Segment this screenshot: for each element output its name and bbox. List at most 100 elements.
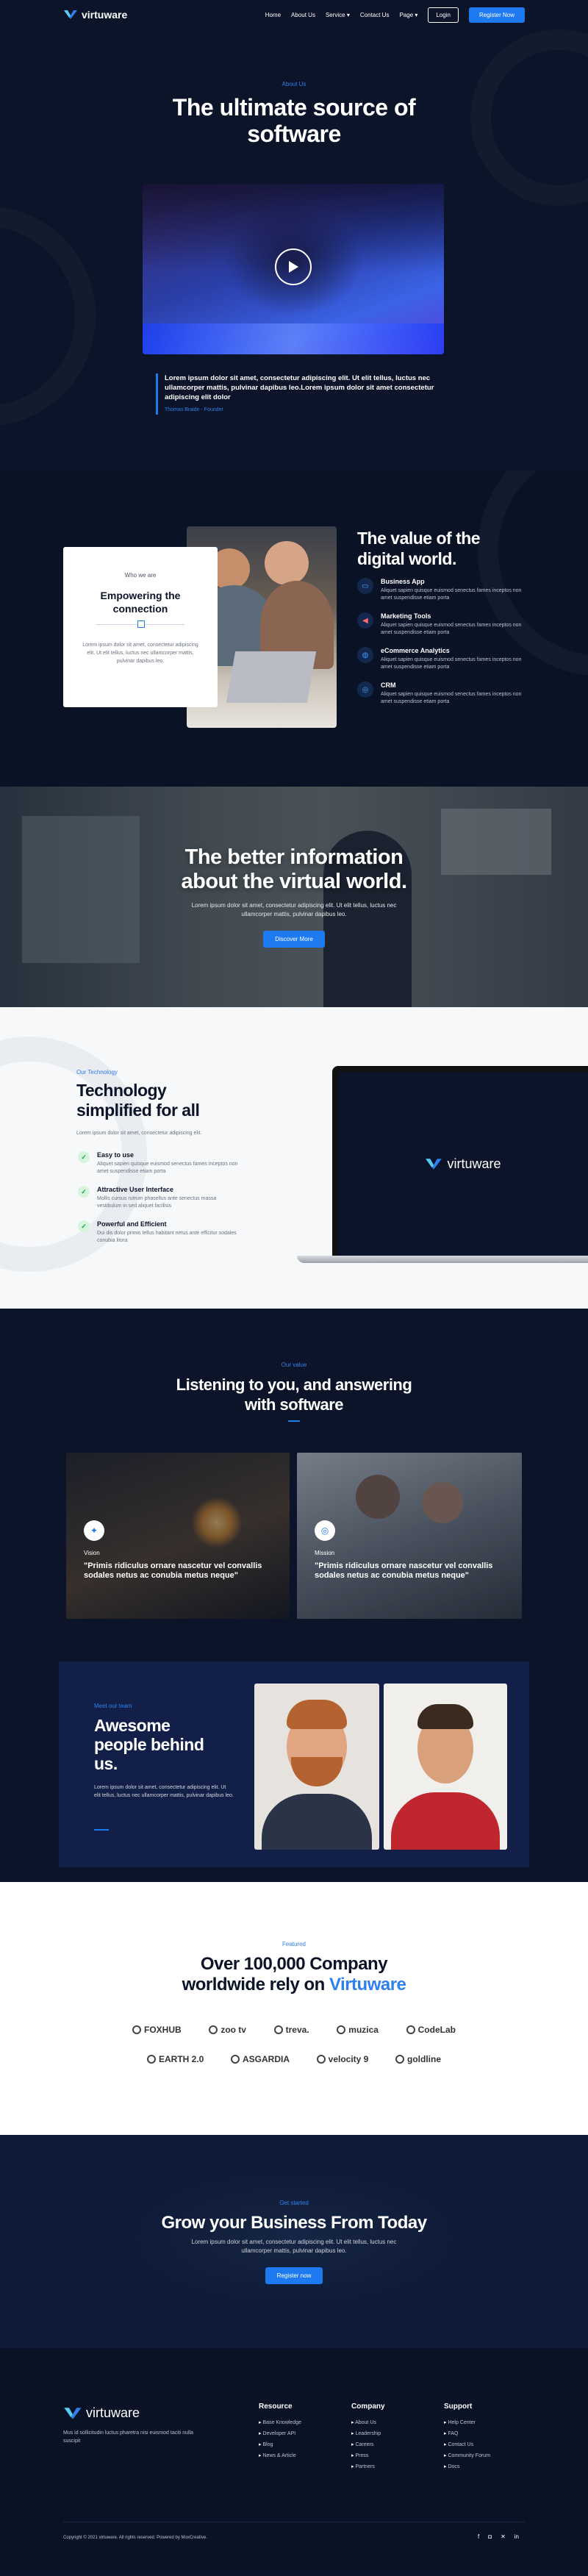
hero-eyebrow: About Us bbox=[282, 81, 306, 87]
cta-section: Get started Grow your Business From Toda… bbox=[0, 2135, 588, 2348]
top-navbar: virtuware Home About Us Service ▾ Contac… bbox=[0, 0, 588, 29]
check-icon: ✓ bbox=[78, 1186, 90, 1198]
register-now-button[interactable]: Register now bbox=[265, 2267, 323, 2284]
footer-logo[interactable]: virtuware bbox=[63, 2405, 140, 2421]
technology-section: Our Technology Technology simplified for… bbox=[0, 1007, 588, 1309]
value-title-line1: The value of the bbox=[357, 529, 481, 548]
cta-text: Lorem ipsum dolor sit amet, consectetur … bbox=[191, 2239, 397, 2254]
value-features: ▭ Business App Aliquet sapien quisque eui… bbox=[357, 578, 526, 716]
clients-section: Featured Over 100,000 Company worldwide … bbox=[0, 1882, 588, 2135]
brand-logo: CodeLab bbox=[406, 2025, 456, 2035]
footer: virtuware Mus id sollicitudin luctus pha… bbox=[0, 2348, 588, 2569]
zootv-icon bbox=[209, 2025, 218, 2034]
tech-title-line1: Technology bbox=[76, 1081, 167, 1100]
copyright: Copyright © 2021 virtuware. All rights r… bbox=[63, 2536, 207, 2540]
nav-service[interactable]: Service ▾ bbox=[326, 12, 350, 18]
foxhub-icon bbox=[132, 2025, 141, 2034]
brand-logo: muzica bbox=[337, 2025, 379, 2035]
login-button[interactable]: Login bbox=[428, 7, 459, 23]
brand-logo: velocity 9 bbox=[316, 2054, 369, 2064]
feature-marketing-tools: ◀ Marketing Tools Aliquet sapien quisque … bbox=[357, 612, 526, 637]
monitor-icon: ▭ bbox=[357, 578, 373, 594]
clients-title-line1: Over 100,000 Company bbox=[200, 1954, 388, 1974]
treva-icon bbox=[273, 2025, 283, 2034]
footer-link[interactable]: Careers bbox=[351, 2441, 385, 2447]
tech-item-title: Powerful and Efficient bbox=[97, 1220, 167, 1228]
team-member-photo bbox=[254, 1684, 379, 1850]
nav-page[interactable]: Page ▾ bbox=[399, 12, 417, 18]
facebook-icon[interactable]: f bbox=[478, 2533, 479, 2540]
lightbulb-icon: ✦ bbox=[84, 1520, 104, 1541]
footer-tagline: Mus id sollicitudin luctus pharetra nisi… bbox=[63, 2430, 194, 2444]
brand-row: FOXHUB zoo tv treva. muzica CodeLab bbox=[132, 2025, 456, 2035]
virtuware-logo-icon bbox=[64, 10, 77, 19]
vision-text: "Primis ridiculus ornare nascetur vel co… bbox=[84, 1561, 262, 1580]
nav-contact[interactable]: Contact Us bbox=[360, 12, 390, 18]
footer-link[interactable]: Press bbox=[351, 2452, 385, 2458]
banner-title-line1: The better information bbox=[184, 845, 404, 869]
codelab-icon bbox=[406, 2025, 415, 2034]
muzica-icon bbox=[337, 2025, 346, 2034]
clients-title-part: worldwide rely on bbox=[182, 1975, 329, 1994]
nav-home[interactable]: Home bbox=[265, 12, 281, 18]
who-we-are-card: Who we are Empowering the connection Lor… bbox=[63, 547, 218, 707]
values-eyebrow: Our value bbox=[281, 1362, 307, 1368]
brand-logo: treva. bbox=[273, 2025, 309, 2035]
footer-link[interactable]: Leadership bbox=[351, 2430, 385, 2436]
footer-link[interactable]: News & Article bbox=[259, 2452, 301, 2458]
footer-link[interactable]: Base Knowledge bbox=[259, 2419, 301, 2425]
twitter-icon[interactable]: ✕ bbox=[501, 2533, 506, 2540]
card-text: Lorem ipsum dolor sit amet, consectetur … bbox=[82, 643, 198, 664]
tech-eyebrow: Our Technology bbox=[76, 1069, 118, 1076]
team-title-line2: people behind bbox=[94, 1735, 204, 1754]
register-button[interactable]: Register Now bbox=[468, 7, 525, 23]
footer-link[interactable]: Contact Us bbox=[444, 2441, 490, 2447]
vision-label: Vision bbox=[84, 1550, 100, 1556]
hero-title-line1: The ultimate source of bbox=[172, 94, 416, 121]
linkedin-icon[interactable]: in bbox=[514, 2533, 519, 2540]
mission-text: "Primis ridiculus ornare nascetur vel co… bbox=[315, 1561, 493, 1580]
brand-logo: goldline bbox=[395, 2054, 441, 2064]
discover-more-button[interactable]: Discover More bbox=[263, 931, 325, 948]
cta-title: Grow your Business From Today bbox=[161, 2213, 427, 2233]
hero-video[interactable] bbox=[143, 184, 444, 354]
feature-crm: ◎ CRM Aliquet sapien quisque euismod sene… bbox=[357, 681, 526, 706]
footer-link[interactable]: About Us bbox=[351, 2419, 385, 2425]
team-section-wrap: Meet our team Awesome people behind us. … bbox=[0, 1661, 588, 1882]
values-title-line1: Listening to you, and answering bbox=[176, 1375, 412, 1394]
brand-name: zoo tv bbox=[220, 2025, 246, 2035]
hero-quote: Lorem ipsum dolor sit amet, consectetur … bbox=[165, 374, 434, 401]
card-title: Empowering the connection bbox=[100, 590, 181, 615]
footer-link[interactable]: Developer API bbox=[259, 2430, 301, 2436]
values-title: Listening to you, and answering with sof… bbox=[0, 1375, 588, 1414]
brand-name: ASGARDIA bbox=[243, 2054, 290, 2064]
instagram-icon[interactable]: ◘ bbox=[488, 2533, 492, 2540]
target-icon: ◎ bbox=[315, 1520, 335, 1541]
clients-title: Over 100,000 Company worldwide rely on V… bbox=[0, 1954, 588, 1995]
tech-intro: Lorem ipsum dolor sit amet, consectetur … bbox=[76, 1131, 202, 1136]
banner-text: Lorem ipsum dolor sit amet, consectetur … bbox=[191, 902, 397, 917]
feature-title: CRM bbox=[381, 681, 396, 689]
virtuware-logo-icon bbox=[64, 2407, 82, 2419]
feature-text: Aliquet sapien quisque euismod senectus … bbox=[381, 692, 522, 704]
footer-link[interactable]: FAQ bbox=[444, 2430, 490, 2436]
footer-link[interactable]: Blog bbox=[259, 2441, 301, 2447]
tech-item-text: Mollis cursus rutrum phasellus ante sene… bbox=[97, 1196, 217, 1209]
brand-name: velocity 9 bbox=[328, 2054, 369, 2064]
laptop-mockup: virtuware bbox=[332, 1066, 588, 1256]
logo-text: virtuware bbox=[82, 9, 128, 21]
target-icon: ◎ bbox=[357, 681, 373, 698]
footer-link[interactable]: Partners bbox=[351, 2464, 385, 2469]
footer-link[interactable]: Community Forum bbox=[444, 2452, 490, 2458]
feature-business-app: ▭ Business App Aliquet sapien quisque eui… bbox=[357, 578, 526, 602]
goldline-icon bbox=[395, 2055, 404, 2064]
nav-about[interactable]: About Us bbox=[291, 12, 315, 18]
banner-title: The better information about the virtual… bbox=[0, 845, 588, 894]
footer-link[interactable]: Help Center bbox=[444, 2419, 490, 2425]
play-icon[interactable] bbox=[275, 248, 312, 285]
footer-link[interactable]: Docs bbox=[444, 2464, 490, 2469]
brand-logo: EARTH 2.0 bbox=[147, 2054, 204, 2064]
feature-title: eCommerce Analytics bbox=[381, 647, 450, 654]
footer-col-title: Company bbox=[351, 2403, 385, 2411]
site-logo[interactable]: virtuware bbox=[63, 9, 127, 21]
